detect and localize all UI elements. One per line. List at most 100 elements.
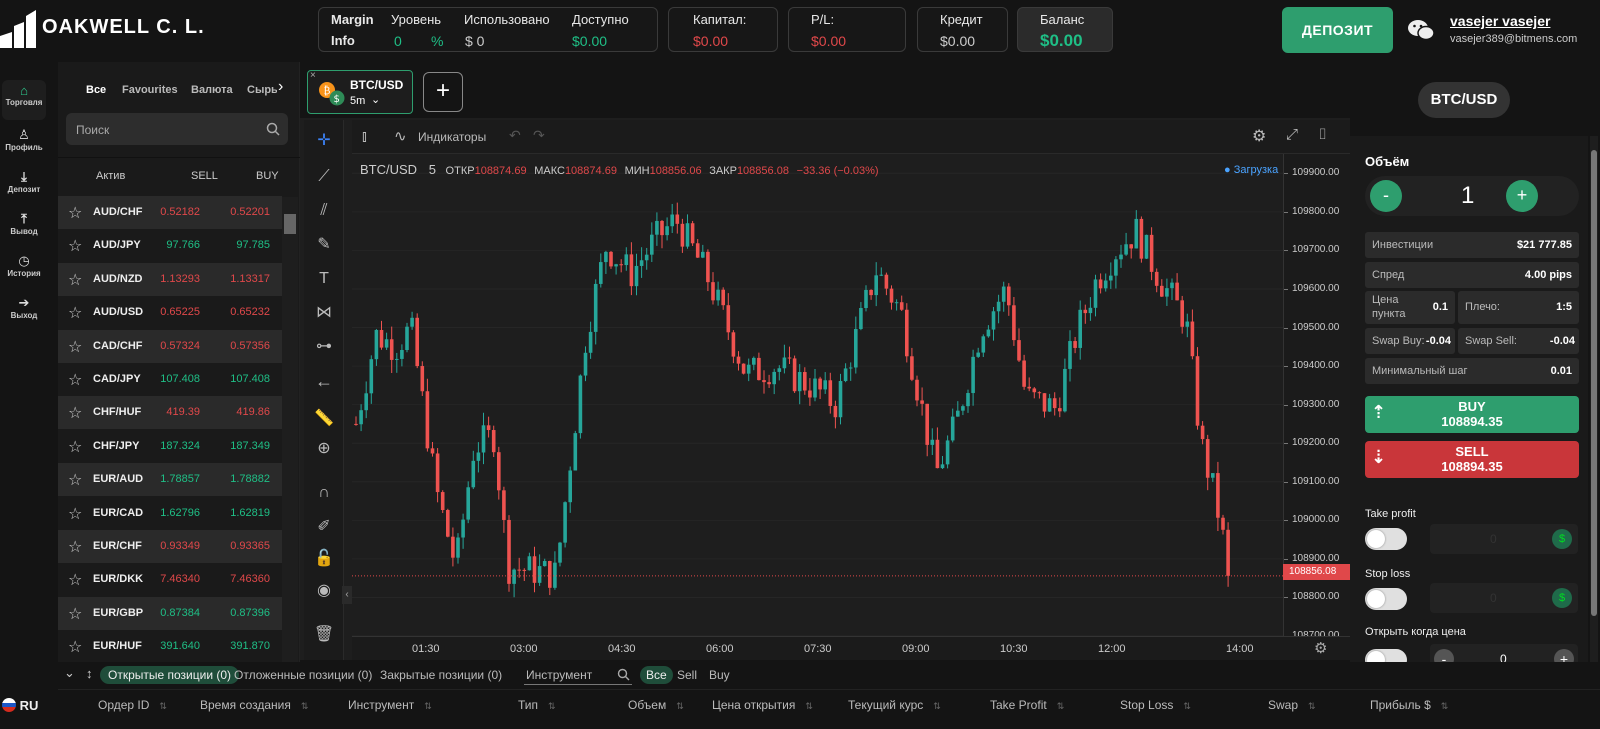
take-profit-input[interactable]: 0 $ — [1430, 524, 1578, 554]
column-header[interactable]: Текущий курс ⇅ — [848, 698, 941, 712]
star-icon[interactable]: ☆ — [68, 437, 82, 457]
indicators-button[interactable]: Индикаторы — [418, 130, 486, 144]
fullscreen-icon[interactable]: ⤢ — [1286, 126, 1298, 143]
nav-item-logout[interactable]: ➔ Выход — [2, 292, 46, 332]
column-header[interactable]: Объем ⇅ — [628, 698, 684, 712]
pattern-tool-icon[interactable]: ⋈ — [304, 296, 344, 330]
brand-logo[interactable]: OAKWELL C. L. — [0, 0, 210, 62]
text-tool-icon[interactable]: T — [304, 262, 344, 296]
asset-row[interactable]: ☆ AUD/JPY 97.766 97.785 — [58, 229, 282, 262]
instrument-filter-input[interactable]: Инструмент — [524, 665, 632, 685]
nav-item-trading[interactable]: ⌂ Торговля — [2, 80, 46, 120]
buy-button[interactable]: ⇡ BUY 108894.35 — [1365, 396, 1579, 433]
asset-row[interactable]: ☆ EUR/HUF 391.640 391.870 — [58, 630, 282, 663]
collapse-chevron-icon[interactable]: ⌄ — [64, 665, 75, 681]
asset-tab-all[interactable]: Все — [86, 84, 106, 96]
nav-item-deposit[interactable]: ⤓ Депозит — [2, 166, 46, 206]
trade-panel-scrollbar[interactable] — [1590, 136, 1598, 702]
close-tab-icon[interactable]: × — [310, 70, 316, 81]
volume-increase-button[interactable]: + — [1506, 180, 1538, 212]
asset-tab-commodities[interactable]: Сырье — [247, 84, 277, 96]
zoom-in-icon[interactable]: ⊕ — [304, 432, 344, 466]
user-name[interactable]: vasejer vasejer — [1450, 13, 1550, 29]
nav-item-profile[interactable]: ♙ Профиль — [2, 124, 46, 164]
lock-drawing-icon[interactable]: ✐ — [304, 510, 344, 544]
prediction-tool-icon[interactable]: ⊶ — [304, 330, 344, 364]
settings-gear-icon[interactable]: ⚙ — [1252, 126, 1266, 146]
star-icon[interactable]: ☆ — [68, 370, 82, 390]
filter-buy[interactable]: Buy — [709, 668, 730, 682]
asset-row[interactable]: ☆ EUR/AUD 1.78857 1.78882 — [58, 463, 282, 497]
volume-decrease-button[interactable]: - — [1370, 180, 1402, 212]
asset-row[interactable]: ☆ CAD/CHF 0.57324 0.57356 — [58, 329, 282, 363]
stop-loss-toggle[interactable] — [1365, 588, 1407, 610]
star-icon[interactable]: ☆ — [68, 604, 82, 624]
star-icon[interactable]: ☆ — [68, 203, 82, 223]
deposit-button[interactable]: ДЕПОЗИТ — [1282, 7, 1393, 53]
star-icon[interactable]: ☆ — [68, 337, 82, 357]
trend-line-icon[interactable]: ⟋ — [304, 160, 344, 194]
asset-row[interactable]: ☆ EUR/DKK 7.46340 7.46360 — [58, 563, 282, 596]
redo-icon[interactable]: ↷ — [533, 127, 545, 144]
star-icon[interactable]: ☆ — [68, 637, 82, 657]
asset-search-input[interactable]: Поиск — [66, 113, 288, 145]
unlock-icon[interactable]: 🔓 — [304, 542, 344, 576]
column-header[interactable]: Инструмент ⇅ — [348, 698, 432, 712]
chevron-down-icon[interactable]: ⌄ — [371, 93, 380, 106]
resize-arrows-icon[interactable]: ↕ — [86, 666, 93, 681]
trade-panel-scrollbar-thumb[interactable] — [1591, 150, 1597, 616]
magnet-icon[interactable]: ∩ — [304, 476, 344, 510]
tab-closed-positions[interactable]: Закрытые позиции (0) — [380, 668, 502, 682]
column-header[interactable]: Take Profit ⇅ — [990, 698, 1064, 712]
brush-icon[interactable]: ✎ — [304, 228, 344, 262]
asset-row[interactable]: ☆ AUD/USD 0.65225 0.65232 — [58, 296, 282, 329]
asset-scrollbar-thumb[interactable] — [284, 214, 296, 234]
volume-value[interactable]: 1 — [1461, 182, 1474, 210]
chevron-right-icon[interactable]: › — [278, 78, 283, 96]
asset-row[interactable]: ☆ AUD/NZD 1.13293 1.13317 — [58, 262, 282, 296]
filter-sell[interactable]: Sell — [677, 668, 697, 682]
column-header[interactable]: Stop Loss ⇅ — [1120, 698, 1191, 712]
star-icon[interactable]: ☆ — [68, 470, 82, 490]
asset-row[interactable]: ☆ EUR/GBP 0.87384 0.87396 — [58, 596, 282, 630]
undo-icon[interactable]: ↶ — [509, 127, 521, 144]
chart-tab-btcusd[interactable]: × ₿ $ BTC/USD 5m ⌄ — [307, 70, 413, 114]
candlestick-type-icon[interactable]: ⫾ — [362, 128, 367, 145]
asset-tab-currency[interactable]: Валюта — [191, 84, 233, 96]
nav-item-withdraw[interactable]: ⤒ Вывод — [2, 208, 46, 248]
star-icon[interactable]: ☆ — [68, 504, 82, 524]
arrow-left-icon[interactable]: ← — [304, 364, 344, 398]
column-header[interactable]: Тип ⇅ — [518, 698, 556, 712]
asset-row[interactable]: ☆ EUR/CAD 1.62796 1.62819 — [58, 497, 282, 530]
add-chart-tab-button[interactable]: + — [423, 72, 463, 112]
nav-item-history[interactable]: ◷ История — [2, 250, 46, 290]
collapse-toolbar-icon[interactable]: ‹ — [342, 586, 352, 604]
ruler-icon[interactable]: 📏 — [304, 402, 344, 436]
candlestick-chart[interactable] — [352, 154, 1283, 636]
asset-scrollbar[interactable] — [282, 197, 298, 662]
chart-settings-icon[interactable]: ⚙ — [1314, 639, 1327, 657]
tab-pending-positions[interactable]: Отложенные позиции (0) — [234, 668, 372, 682]
stop-loss-input[interactable]: 0 $ — [1430, 583, 1578, 613]
filter-all[interactable]: Все — [640, 666, 673, 684]
asset-row[interactable]: ☆ CAD/JPY 107.408 107.408 — [58, 363, 282, 396]
column-header[interactable]: Цена открытия ⇅ — [712, 698, 813, 712]
star-icon[interactable]: ☆ — [68, 270, 82, 290]
column-header[interactable]: Ордер ID ⇅ — [98, 698, 167, 712]
trash-icon[interactable]: 🗑 — [304, 618, 344, 652]
wechat-icon[interactable] — [1407, 18, 1435, 42]
asset-row[interactable]: ☆ CHF/JPY 187.324 187.349 — [58, 430, 282, 463]
fib-tool-icon[interactable]: ⫽ — [304, 194, 344, 228]
asset-row[interactable]: ☆ EUR/CHF 0.93349 0.93365 — [58, 530, 282, 563]
asset-tab-favourites[interactable]: Favourites — [122, 84, 178, 96]
column-header[interactable]: Прибыль $ ⇅ — [1370, 698, 1448, 712]
asset-row[interactable]: ☆ CHF/HUF 419.39 419.86 — [58, 396, 282, 430]
language-switch[interactable]: RU — [2, 698, 38, 713]
star-icon[interactable]: ☆ — [68, 570, 82, 590]
star-icon[interactable]: ☆ — [68, 403, 82, 423]
camera-icon[interactable]: ⌷ — [1318, 126, 1327, 143]
column-header[interactable]: Время создания ⇅ — [200, 698, 308, 712]
indicators-icon[interactable]: ∿ — [394, 127, 407, 145]
asset-row[interactable]: ☆ AUD/CHF 0.52182 0.52201 — [58, 196, 282, 229]
sell-button[interactable]: ⇣ SELL 108894.35 — [1365, 441, 1579, 478]
